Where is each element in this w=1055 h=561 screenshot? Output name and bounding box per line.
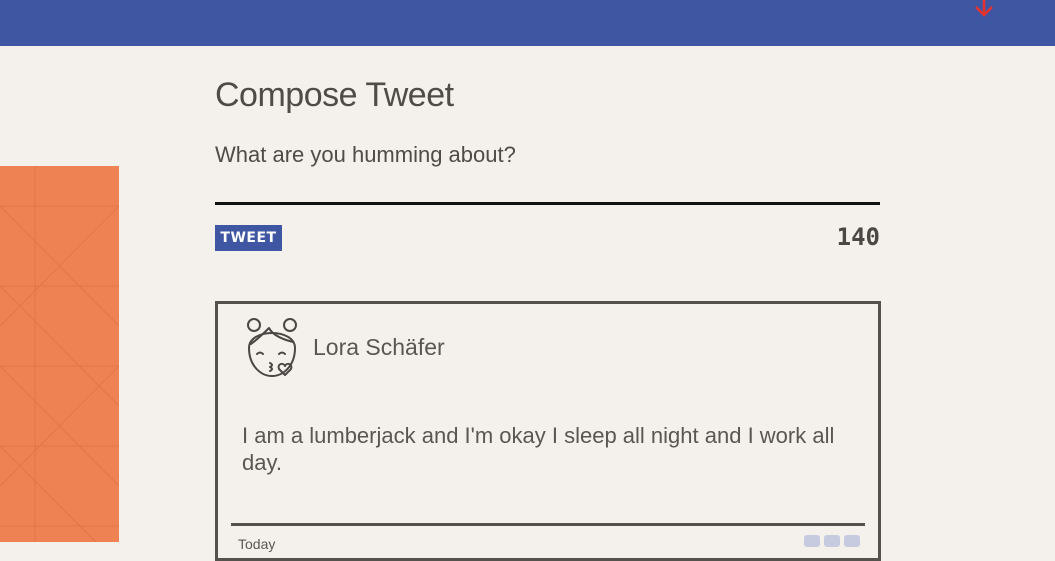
girl-avatar-icon	[247, 318, 297, 377]
tweet-body-text: I am a lumberjack and I'm okay I sleep a…	[242, 423, 835, 475]
character-counter: 140	[836, 223, 880, 251]
top-navigation-bar	[0, 0, 1055, 46]
tweet-button[interactable]: TWEET	[215, 225, 282, 251]
compose-tweet-input[interactable]	[215, 137, 880, 205]
retweet-icon[interactable]	[824, 535, 840, 547]
arrow-down-icon[interactable]	[973, 0, 995, 22]
tweet-author-name: Lora Schäfer	[313, 334, 445, 360]
tweet-card-divider	[231, 523, 865, 526]
page-title: Compose Tweet	[215, 76, 454, 114]
tweet-date: Today	[238, 536, 276, 552]
side-decoration-panel	[0, 166, 119, 542]
heart-icon[interactable]	[844, 535, 860, 547]
flag-icon[interactable]	[804, 535, 820, 547]
tweet-card: Lora Schäfer I am a lumberjack and I'm o…	[215, 301, 881, 561]
tweet-action-icons	[804, 535, 860, 547]
